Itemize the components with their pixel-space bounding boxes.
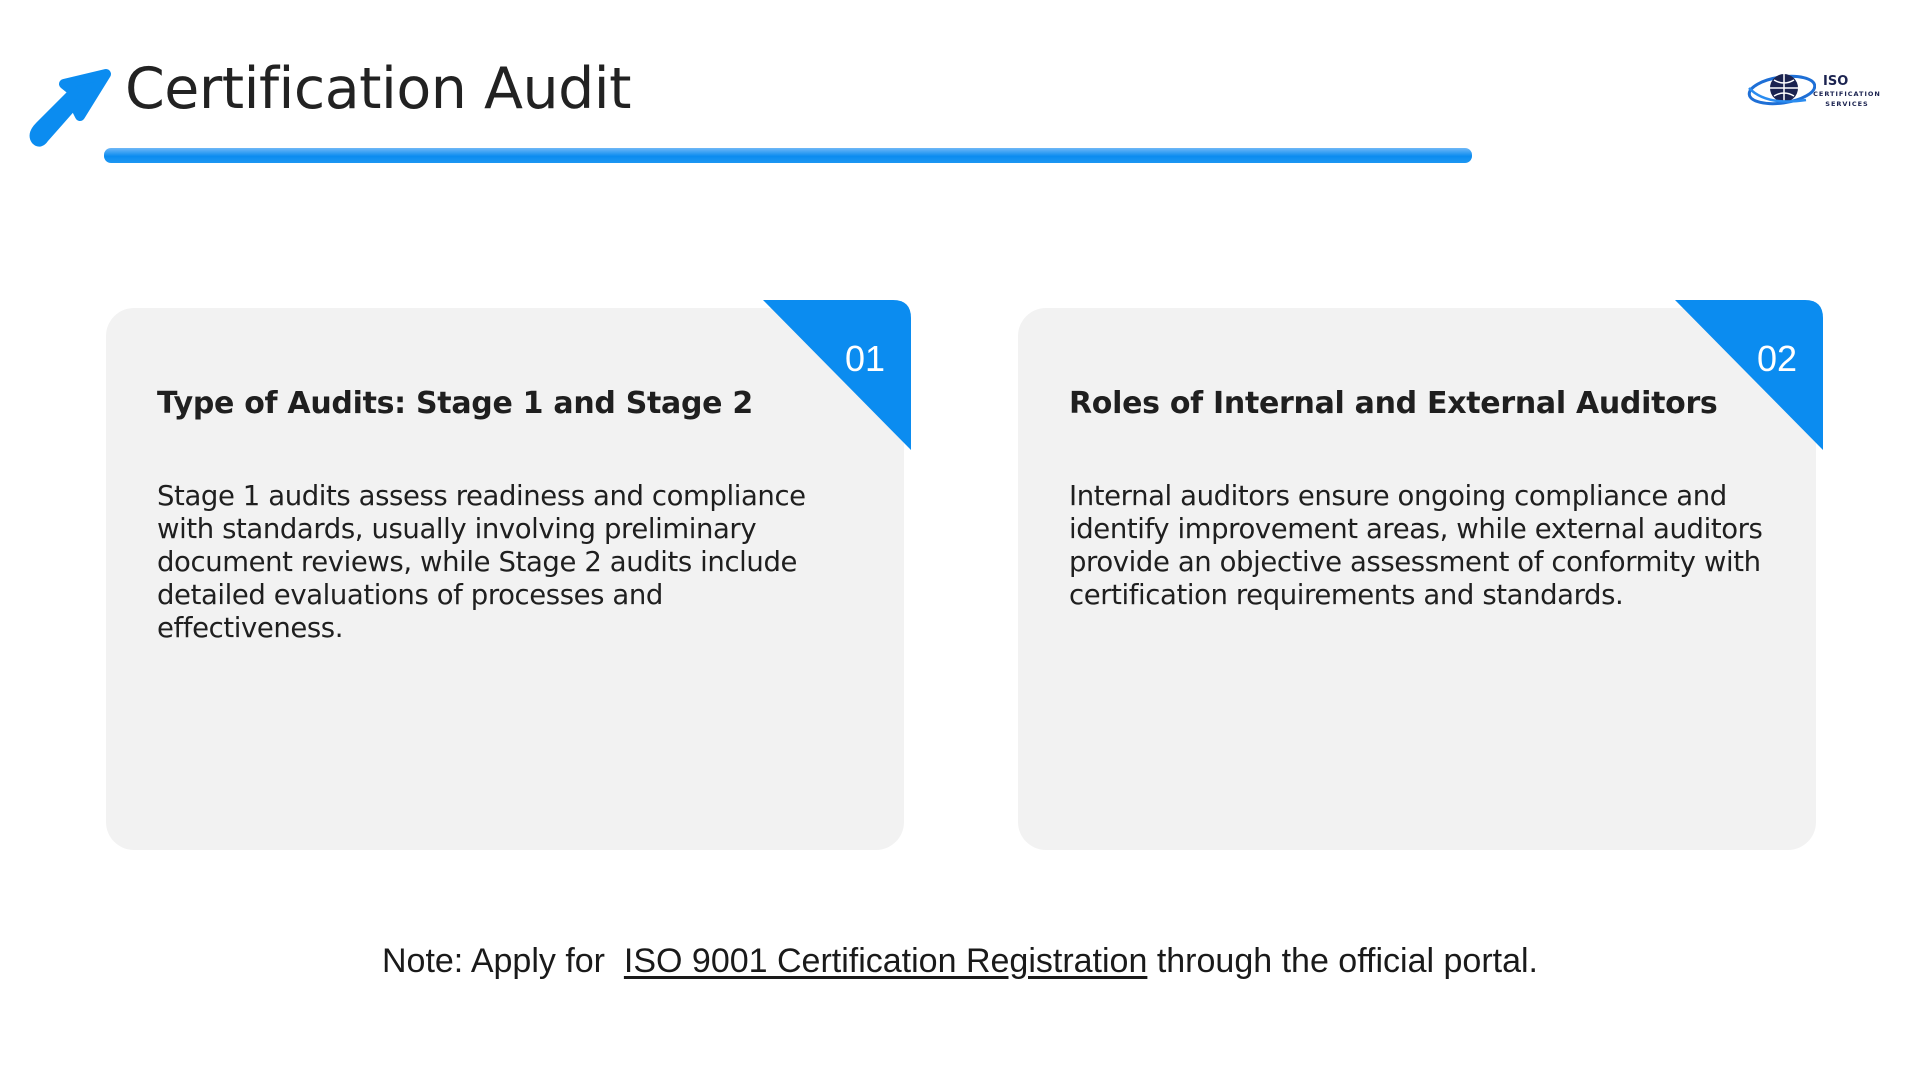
card-body: Internal auditors ensure ongoing complia… (1069, 480, 1763, 611)
certification-registration-link[interactable]: ISO 9001 Certification Registration (624, 942, 1147, 980)
badge-number: 02 (1756, 338, 1797, 379)
logo-text-sub: CERTIFICATION SERVICES (1809, 90, 1885, 110)
arrow-up-right-icon (29, 69, 111, 147)
number-badge: 02 (1675, 300, 1823, 450)
badge-number: 01 (844, 338, 885, 379)
card-heading: Roles of Internal and External Auditors (1069, 386, 1718, 421)
logo-text-services: SERVICES (1825, 99, 1869, 108)
audit-card-2: 02 Roles of Internal and External Audito… (1018, 300, 1823, 850)
card-body: Stage 1 audits assess readiness and comp… (157, 480, 806, 644)
page-title: Certification Audit (125, 56, 631, 122)
card-heading: Type of Audits: Stage 1 and Stage 2 (157, 386, 753, 421)
globe-logo-icon (1747, 74, 1816, 106)
title-underline (104, 148, 1472, 163)
logo-text-certification: CERTIFICATION (1813, 90, 1881, 98)
note-prefix: Note: Apply for (381, 942, 624, 980)
audit-card-1: 01 Type of Audits: Stage 1 and Stage 2 S… (106, 300, 911, 850)
iso-logo: ISO CERTIFICATION SERVICES (1746, 66, 1896, 116)
number-badge: 01 (763, 300, 911, 450)
note-suffix: through the official portal. (1147, 942, 1538, 980)
footer-note: Note: Apply for ISO 9001 Certification R… (0, 942, 1920, 981)
logo-text-iso: ISO (1823, 74, 1849, 89)
